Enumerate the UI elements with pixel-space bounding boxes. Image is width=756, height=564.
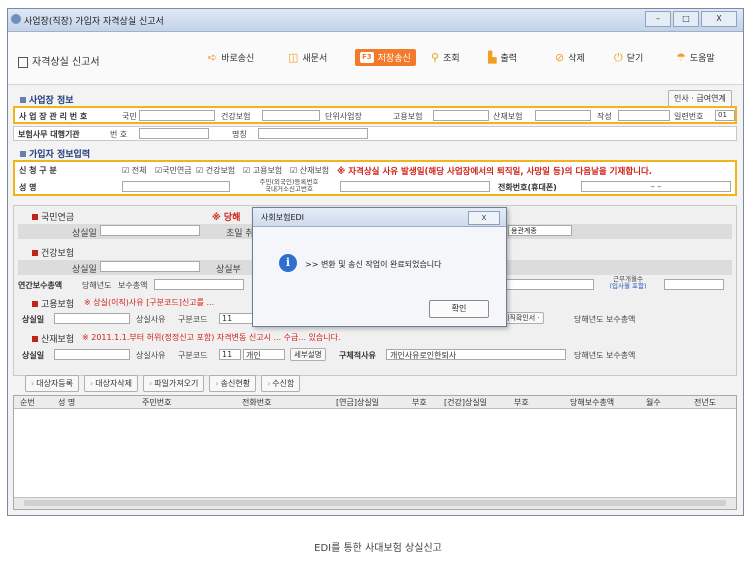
check-industrial[interactable]: ☑ 산재보험 [290,165,329,176]
action-buttons: › 대상자등록 › 대상자삭제 › 파일가져오기 › 송신현황 › 수신함 [25,375,301,392]
delete-target-button[interactable]: › 대상자삭제 [84,375,139,392]
industrial-code-select[interactable]: 개인 [243,349,285,360]
writer-field[interactable] [618,110,670,121]
pension-loss-date-field[interactable] [100,225,200,236]
dialog-close-button[interactable]: X [468,211,500,225]
new-document-button[interactable]: ◫ 새문서 [288,51,327,64]
delete-icon: ⊘ [555,51,565,64]
pension-number-field[interactable] [139,110,215,121]
agency-name-field[interactable] [258,128,368,139]
check-employment[interactable]: ☑ 고용보험 [243,165,282,176]
check-pension[interactable]: ☑국민연금 [155,165,192,176]
check-all[interactable]: ☑ 전체 [122,165,146,176]
relation-select[interactable]: 용관계종 [508,225,572,236]
agency-number-field[interactable] [139,128,209,139]
loss-date-notice: ※ 자격상실 사유 발생일(해당 사업장에서의 퇴직일, 사망일 등)의 다음날… [337,167,653,177]
register-target-button[interactable]: › 대상자등록 [25,375,80,392]
help-button[interactable]: ☂ 도움말 [676,51,715,64]
dialog-title: 사회보험EDI [261,213,305,222]
dialog-title-bar: 사회보험EDI X [253,208,506,227]
name-field[interactable] [122,181,230,192]
concrete-reason-field[interactable]: 개인사유로인한퇴사 [386,349,566,360]
close-doc-button[interactable]: ⏻ 닫기 [614,51,643,64]
health-extra-field[interactable] [502,279,594,290]
scroll-thumb[interactable] [24,500,726,506]
subscriber-box: 신 청 구 분 ☑ 전체 ☑국민연금 ☑ 건강보험 ☑ 고용보험 ☑ 산재보험 … [13,160,737,196]
document-icon [18,56,28,68]
maximize-button[interactable]: □ [673,11,699,27]
subscriber-section-title: 가입자 정보입력 [20,147,90,160]
dialog-message: >> 변환 및 송신 작업이 완료되었습니다 [305,260,442,269]
agency-row: 보험사무 대행기관 번 호 명칭 [13,126,737,141]
document-title: 자격상실 신고서 [18,53,100,68]
save-send-button[interactable]: F3 저장송신 [355,49,416,66]
health-title: 건강보험 [32,246,74,259]
serial-number-field[interactable]: 01 [715,110,735,121]
industrial-number-field[interactable] [535,110,591,121]
printer-icon: ▙ [488,51,497,64]
workplace-section-title: 사업장 정보 [20,93,74,106]
toolbar: 자격상실 신고서 ➪ 바로송신 ◫ 새문서 F3 저장송신 ⚲ 조회 ▙ 출력 ⊘ 삭제 ⏻… [8,32,743,85]
app-icon [11,14,21,24]
image-caption: EDI를 통한 사대보험 상실신고 [314,543,442,554]
industrial-loss-date-field[interactable] [54,349,130,360]
inbox-button[interactable]: › 수신함 [261,375,301,392]
pin-icon: ⚲ [431,51,440,64]
completion-dialog: 사회보험EDI X i >> 변환 및 송신 작업이 완료되었습니다 확인 [252,207,507,327]
import-file-button[interactable]: › 파일가져오기 [143,375,205,392]
power-icon: ⏻ [614,51,623,64]
industrial-code-field[interactable]: 11 [219,349,241,360]
minimize-button[interactable]: – [645,11,671,27]
help-icon: ☂ [676,51,686,64]
info-icon: i [279,254,297,272]
health-number-field[interactable] [262,110,320,121]
close-button[interactable]: X [701,11,737,27]
f3-key-icon: F3 [360,52,374,63]
ok-button[interactable]: 확인 [429,300,489,318]
pension-title: 국민연금 [32,210,74,223]
print-button[interactable]: ▙ 출력 [488,51,517,64]
industrial-title: 산재보험 [32,332,74,345]
horizontal-scrollbar[interactable] [14,497,736,509]
months-field[interactable] [664,279,724,290]
check-health[interactable]: ☑ 건강보험 [196,165,235,176]
detail-explain-button[interactable]: 세부설명 [290,348,326,361]
employment-number-field[interactable] [433,110,489,121]
workplace-number-row: 사 업 장 관 리 번 호 국민 건강보험 단위사업장 고용보험 산재보험 작성… [13,106,737,124]
resident-number-field[interactable] [340,181,490,192]
arrow-right-icon: ➪ [208,51,218,64]
title-bar: 사업장(직장) 가입자 자격상실 신고서 – □ X [8,9,743,32]
hr-payroll-link-button[interactable]: 인사 · 급여연계 [668,90,732,107]
search-button[interactable]: ⚲ 조회 [431,51,460,64]
delete-button[interactable]: ⊘ 삭제 [555,51,585,64]
health-loss-date-field[interactable] [100,261,200,272]
grid-header: 순번 성 명 주민번호 전화번호 [연금]상실일 부호 [건강]상실일 부호 당… [14,396,736,409]
window-title: 사업장(직장) 가입자 자격상실 신고서 [24,17,164,27]
employment-title: 고용보험 [32,297,74,310]
send-status-button[interactable]: › 송신현황 [209,375,257,392]
book-icon: ◫ [288,51,299,64]
send-now-button[interactable]: ➪ 바로송신 [208,51,254,64]
employment-loss-date-field[interactable] [54,313,130,324]
health-total-field[interactable] [154,279,244,290]
phone-field[interactable]: – – [581,181,731,192]
target-grid: 순번 성 명 주민번호 전화번호 [연금]상실일 부호 [건강]상실일 부호 당… [13,395,737,510]
